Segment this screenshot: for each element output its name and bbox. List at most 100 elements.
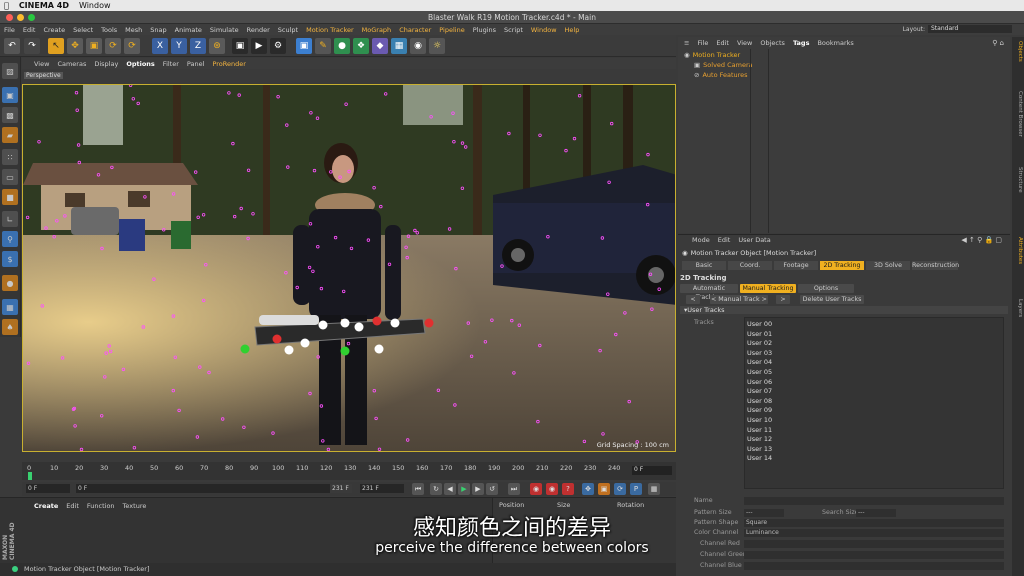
tab-reconstruction[interactable]: Reconstruction bbox=[912, 261, 959, 270]
texture-mode-icon[interactable]: ▩ bbox=[2, 107, 18, 123]
subdivision-icon[interactable]: ● bbox=[334, 38, 350, 54]
side-tab-structure[interactable]: Structure bbox=[1013, 167, 1023, 193]
track-item[interactable]: User 00 bbox=[747, 320, 772, 328]
viewport-menu-display[interactable]: Display bbox=[94, 60, 118, 68]
goto-start-icon[interactable]: ⏮ bbox=[412, 483, 424, 495]
menu-animate[interactable]: Animate bbox=[175, 26, 202, 34]
track-item[interactable]: User 11 bbox=[747, 426, 772, 434]
layout-select[interactable]: Standard bbox=[928, 25, 1012, 33]
track-item[interactable]: User 13 bbox=[747, 445, 772, 453]
menu-pipeline[interactable]: Pipeline bbox=[439, 26, 464, 34]
array-icon[interactable]: ❖ bbox=[353, 38, 369, 54]
points-mode-icon[interactable]: ∷ bbox=[2, 149, 18, 165]
next-manual-track-button[interactable]: > bbox=[776, 295, 790, 304]
render-settings-icon[interactable]: ⚙ bbox=[270, 38, 286, 54]
key-position-icon[interactable]: ✥ bbox=[582, 483, 594, 495]
playhead-marker[interactable] bbox=[28, 472, 32, 480]
cube-icon[interactable]: ▣ bbox=[296, 38, 312, 54]
render-view-icon[interactable]: ▣ bbox=[232, 38, 248, 54]
mac-menu-window[interactable]: Window bbox=[79, 1, 111, 10]
viewport-menu-view[interactable]: View bbox=[34, 60, 49, 68]
viewport-menu-cameras[interactable]: Cameras bbox=[57, 60, 86, 68]
track-item[interactable]: User 06 bbox=[747, 378, 772, 386]
track-item[interactable]: User 05 bbox=[747, 368, 772, 376]
redo-icon[interactable]: ↷ bbox=[24, 38, 40, 54]
prev-manual-track-button[interactable]: < bbox=[686, 295, 700, 304]
preview-range-slider[interactable]: 0 F bbox=[76, 484, 352, 493]
subtab-manual-tracking[interactable]: Manual Tracking bbox=[740, 284, 796, 293]
scale-tool-icon[interactable]: ▣ bbox=[86, 38, 102, 54]
menu-plugins[interactable]: Plugins bbox=[473, 26, 496, 34]
coordinate-system-icon[interactable]: ⊛ bbox=[209, 38, 225, 54]
viewport-menu-options[interactable]: Options bbox=[126, 60, 154, 68]
menu-render[interactable]: Render bbox=[247, 26, 270, 34]
polygons-mode-icon[interactable]: ■ bbox=[2, 189, 18, 205]
track-item[interactable]: User 12 bbox=[747, 435, 772, 443]
key-parameter-icon[interactable]: P bbox=[630, 483, 642, 495]
grip-icon[interactable]: ≡ bbox=[684, 39, 689, 47]
z-axis-icon[interactable]: Z bbox=[190, 38, 206, 54]
menu-sculpt[interactable]: Sculpt bbox=[278, 26, 298, 34]
tab-footage[interactable]: Footage bbox=[774, 261, 818, 270]
track-item[interactable]: User 09 bbox=[747, 406, 772, 414]
object-manager-search-icon[interactable]: ⚲ ⌂ bbox=[992, 39, 1004, 47]
grid-icon[interactable]: ▦ bbox=[2, 299, 18, 315]
apple-icon[interactable]:  bbox=[4, 1, 9, 10]
menu-mograph[interactable]: MoGraph bbox=[362, 26, 392, 34]
key-rotation-icon[interactable]: ⟳ bbox=[614, 483, 626, 495]
track-item[interactable]: User 07 bbox=[747, 387, 772, 395]
make-editable-icon[interactable]: ▨ bbox=[2, 63, 18, 79]
select-tool-icon[interactable]: ↖ bbox=[48, 38, 64, 54]
menu-character[interactable]: Character bbox=[399, 26, 431, 34]
menu-window[interactable]: Window bbox=[531, 26, 557, 34]
track-item[interactable]: User 04 bbox=[747, 358, 772, 366]
object-row-auto-features[interactable]: ⊘ Auto Features bbox=[694, 71, 748, 80]
track-item[interactable]: User 02 bbox=[747, 339, 772, 347]
menu-edit[interactable]: Edit bbox=[23, 26, 36, 34]
object-row-motion-tracker[interactable]: ◉ Motion Tracker bbox=[684, 51, 740, 60]
camera-icon[interactable]: ◉ bbox=[410, 38, 426, 54]
viewport-menu-filter[interactable]: Filter bbox=[163, 60, 179, 68]
side-tab-content-browser[interactable]: Content Browser bbox=[1013, 91, 1023, 137]
object-menu-bookmarks[interactable]: Bookmarks bbox=[817, 39, 853, 47]
channel-blue-field[interactable] bbox=[744, 562, 1004, 570]
end-frame-field[interactable]: 231 F bbox=[360, 484, 404, 493]
tab-2d-tracking[interactable]: 2D Tracking bbox=[820, 261, 864, 270]
pen-icon[interactable]: ✎ bbox=[315, 38, 331, 54]
next-frame-icon[interactable]: ▶ bbox=[472, 483, 484, 495]
delete-user-tracks-button[interactable]: Delete User Tracks bbox=[800, 295, 864, 304]
side-tab-attributes[interactable]: Attributes bbox=[1013, 237, 1023, 264]
manual-track-button[interactable]: < Manual Track > bbox=[710, 295, 768, 304]
attr-nav-icons[interactable]: ◀ ↑ ⚲ 🔒 ▢ bbox=[961, 236, 1002, 244]
material-menu-edit[interactable]: Edit bbox=[66, 502, 79, 510]
preview-max-field[interactable]: 231 F bbox=[330, 484, 352, 493]
render-picture-viewer-icon[interactable]: ▶ bbox=[251, 38, 267, 54]
deformer-icon[interactable]: ◆ bbox=[372, 38, 388, 54]
menu-select[interactable]: Select bbox=[73, 26, 93, 34]
object-row-solved-camera[interactable]: ▣ Solved Camera bbox=[694, 61, 753, 70]
axis-mode-icon[interactable]: ∟ bbox=[2, 211, 18, 227]
tab-coord[interactable]: Coord. bbox=[728, 261, 772, 270]
light-icon[interactable]: ☼ bbox=[429, 38, 445, 54]
goto-end-icon[interactable]: ⏭ bbox=[508, 483, 520, 495]
lock-workplane-icon[interactable]: ● bbox=[2, 275, 18, 291]
next-key-icon[interactable]: ↺ bbox=[486, 483, 498, 495]
subtab-options[interactable]: Options bbox=[798, 284, 854, 293]
user-tracks-group[interactable]: ▾User Tracks bbox=[680, 306, 1008, 314]
autokey-icon[interactable]: ◉ bbox=[546, 483, 558, 495]
viewport-menu-prorender[interactable]: ProRender bbox=[212, 60, 245, 68]
tab-3d-solve[interactable]: 3D Solve bbox=[866, 261, 910, 270]
attr-menu-mode[interactable]: Mode bbox=[692, 236, 710, 244]
side-tab-layers[interactable]: Layers bbox=[1013, 299, 1023, 317]
record-keys-icon[interactable]: ◉ bbox=[530, 483, 542, 495]
key-pla-icon[interactable]: ▦ bbox=[648, 483, 660, 495]
move-tool-icon[interactable]: ✥ bbox=[67, 38, 83, 54]
menu-snap[interactable]: Snap bbox=[150, 26, 166, 34]
menu-script[interactable]: Script bbox=[504, 26, 523, 34]
attr-menu-user-data[interactable]: User Data bbox=[738, 236, 770, 244]
object-menu-edit[interactable]: Edit bbox=[716, 39, 729, 47]
snap-icon[interactable]: ⚲ bbox=[2, 231, 18, 247]
x-axis-icon[interactable]: X bbox=[152, 38, 168, 54]
recent-tool-icon[interactable]: ⟳ bbox=[124, 38, 140, 54]
play-icon[interactable]: ▶ bbox=[458, 483, 470, 495]
